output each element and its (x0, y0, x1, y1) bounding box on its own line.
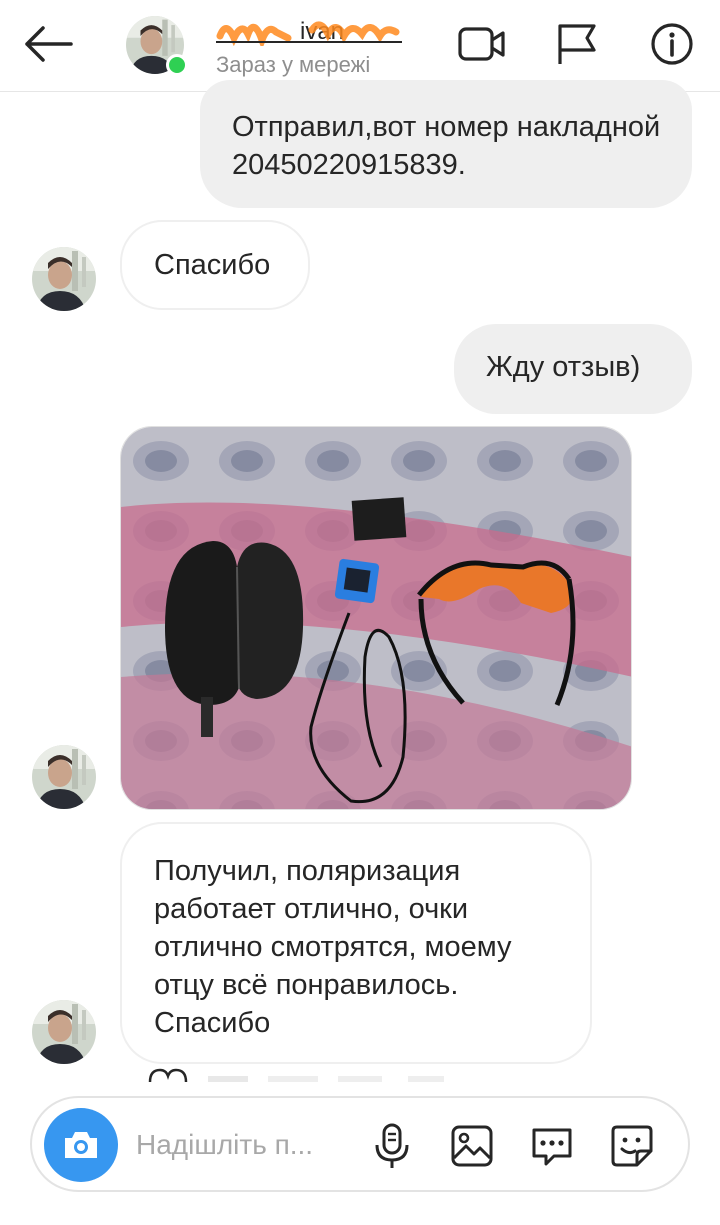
quick-replies-button[interactable] (526, 1120, 578, 1172)
incoming-message[interactable]: Получил, поляризация работает отлично, о… (120, 822, 592, 1064)
camera-button[interactable] (44, 1108, 118, 1182)
gallery-icon (451, 1125, 493, 1167)
message-text: Отправил,вот номер накладной 20450220915… (232, 111, 661, 181)
sender-avatar[interactable] (32, 745, 96, 809)
message-input[interactable] (136, 1124, 356, 1166)
redaction-scribble (216, 21, 402, 46)
sender-avatar[interactable] (32, 247, 96, 311)
back-arrow-icon (25, 26, 73, 62)
outgoing-message[interactable]: Отправил,вот номер накладной 20450220915… (200, 80, 692, 208)
message-text: Спасибо (154, 249, 271, 281)
sticker-icon (611, 1125, 653, 1167)
online-status-dot (166, 54, 188, 76)
sender-avatar[interactable] (32, 1000, 96, 1064)
chat-bubble-icon (532, 1128, 572, 1166)
back-button[interactable] (18, 20, 78, 68)
contact-avatar[interactable] (126, 16, 188, 76)
message-text: Жду отзыв) (486, 351, 641, 383)
contact-username[interactable]: ivan (216, 16, 402, 46)
sunglasses-photo (121, 427, 631, 809)
reaction-row (148, 1068, 548, 1082)
report-button[interactable] (550, 20, 602, 68)
chat-header: ivan Зараз у мережі (0, 0, 720, 92)
presence-status: Зараз у мережі (216, 52, 371, 77)
info-button[interactable] (646, 20, 698, 68)
photo-message[interactable] (120, 426, 632, 810)
info-icon (651, 23, 693, 65)
video-call-button[interactable] (456, 20, 508, 68)
gallery-button[interactable] (446, 1120, 498, 1172)
camera-icon (65, 1132, 97, 1158)
message-text: Получил, поляризация работает отлично, о… (154, 855, 512, 1039)
video-call-icon (458, 27, 505, 61)
voice-message-button[interactable] (366, 1120, 418, 1172)
outgoing-message[interactable]: Жду отзыв) (454, 324, 692, 414)
flag-icon (558, 24, 596, 64)
microphone-icon (375, 1123, 409, 1168)
incoming-message[interactable]: Спасибо (120, 220, 310, 310)
message-composer (30, 1096, 690, 1192)
sticker-button[interactable] (606, 1120, 658, 1172)
